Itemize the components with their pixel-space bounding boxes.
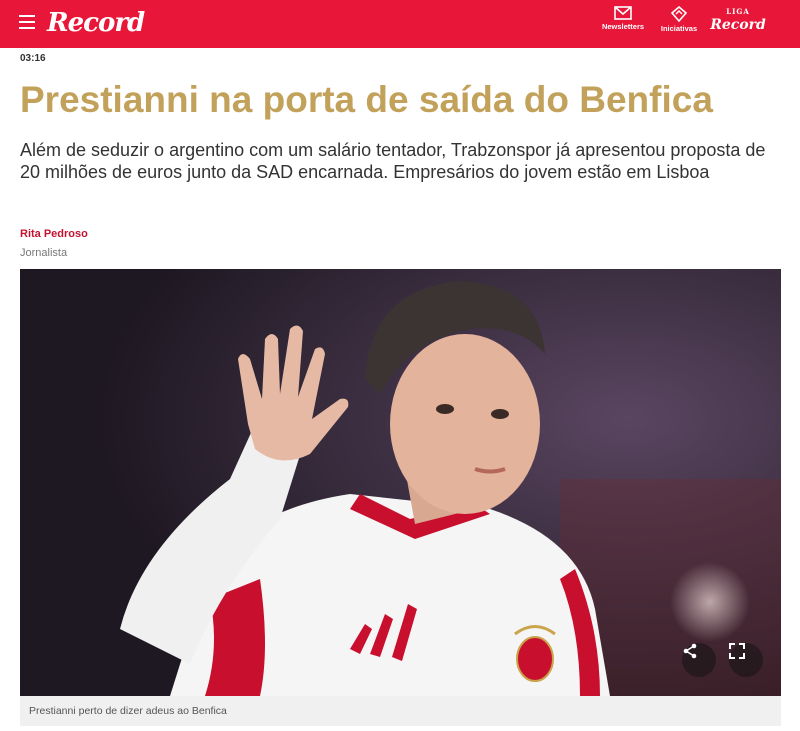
article-lead: Além de seduzir o argentino com um salár…	[20, 140, 766, 182]
author-name[interactable]: Rita Pedroso	[20, 228, 88, 240]
author-role: Jornalista	[20, 247, 68, 259]
top-navigation-bar: Record Newsletters Iniciativas LIGA Reco…	[0, 0, 800, 48]
newsletters-label: Newsletters	[601, 22, 645, 31]
badge-top-text: LIGA	[726, 7, 750, 16]
photo-caption-bar: Prestianni perto de dizer adeus ao Benfi…	[20, 696, 781, 726]
article-photo[interactable]	[20, 269, 781, 696]
badge-word: Record	[710, 17, 766, 33]
newsletters-button[interactable]: Newsletters	[596, 6, 650, 42]
iniciativas-button[interactable]: Iniciativas	[652, 6, 706, 42]
player-illustration	[20, 269, 781, 696]
fullscreen-icon	[729, 643, 745, 659]
menu-icon[interactable]	[19, 15, 35, 29]
article-headline: Prestianni na porta de saída do Benfica	[20, 79, 713, 120]
liga-record-badge[interactable]: LIGA Record	[710, 7, 766, 41]
share-button[interactable]	[682, 643, 716, 677]
fullscreen-button[interactable]	[729, 643, 763, 677]
photo-caption: Prestianni perto de dizer adeus ao Benfi…	[29, 705, 227, 717]
publish-time: 03:16	[20, 53, 46, 64]
mail-icon	[614, 6, 632, 20]
record-logo[interactable]: Record	[47, 6, 145, 40]
share-icon	[683, 643, 697, 659]
iniciativas-label: Iniciativas	[660, 24, 698, 33]
tag-icon	[670, 6, 688, 22]
